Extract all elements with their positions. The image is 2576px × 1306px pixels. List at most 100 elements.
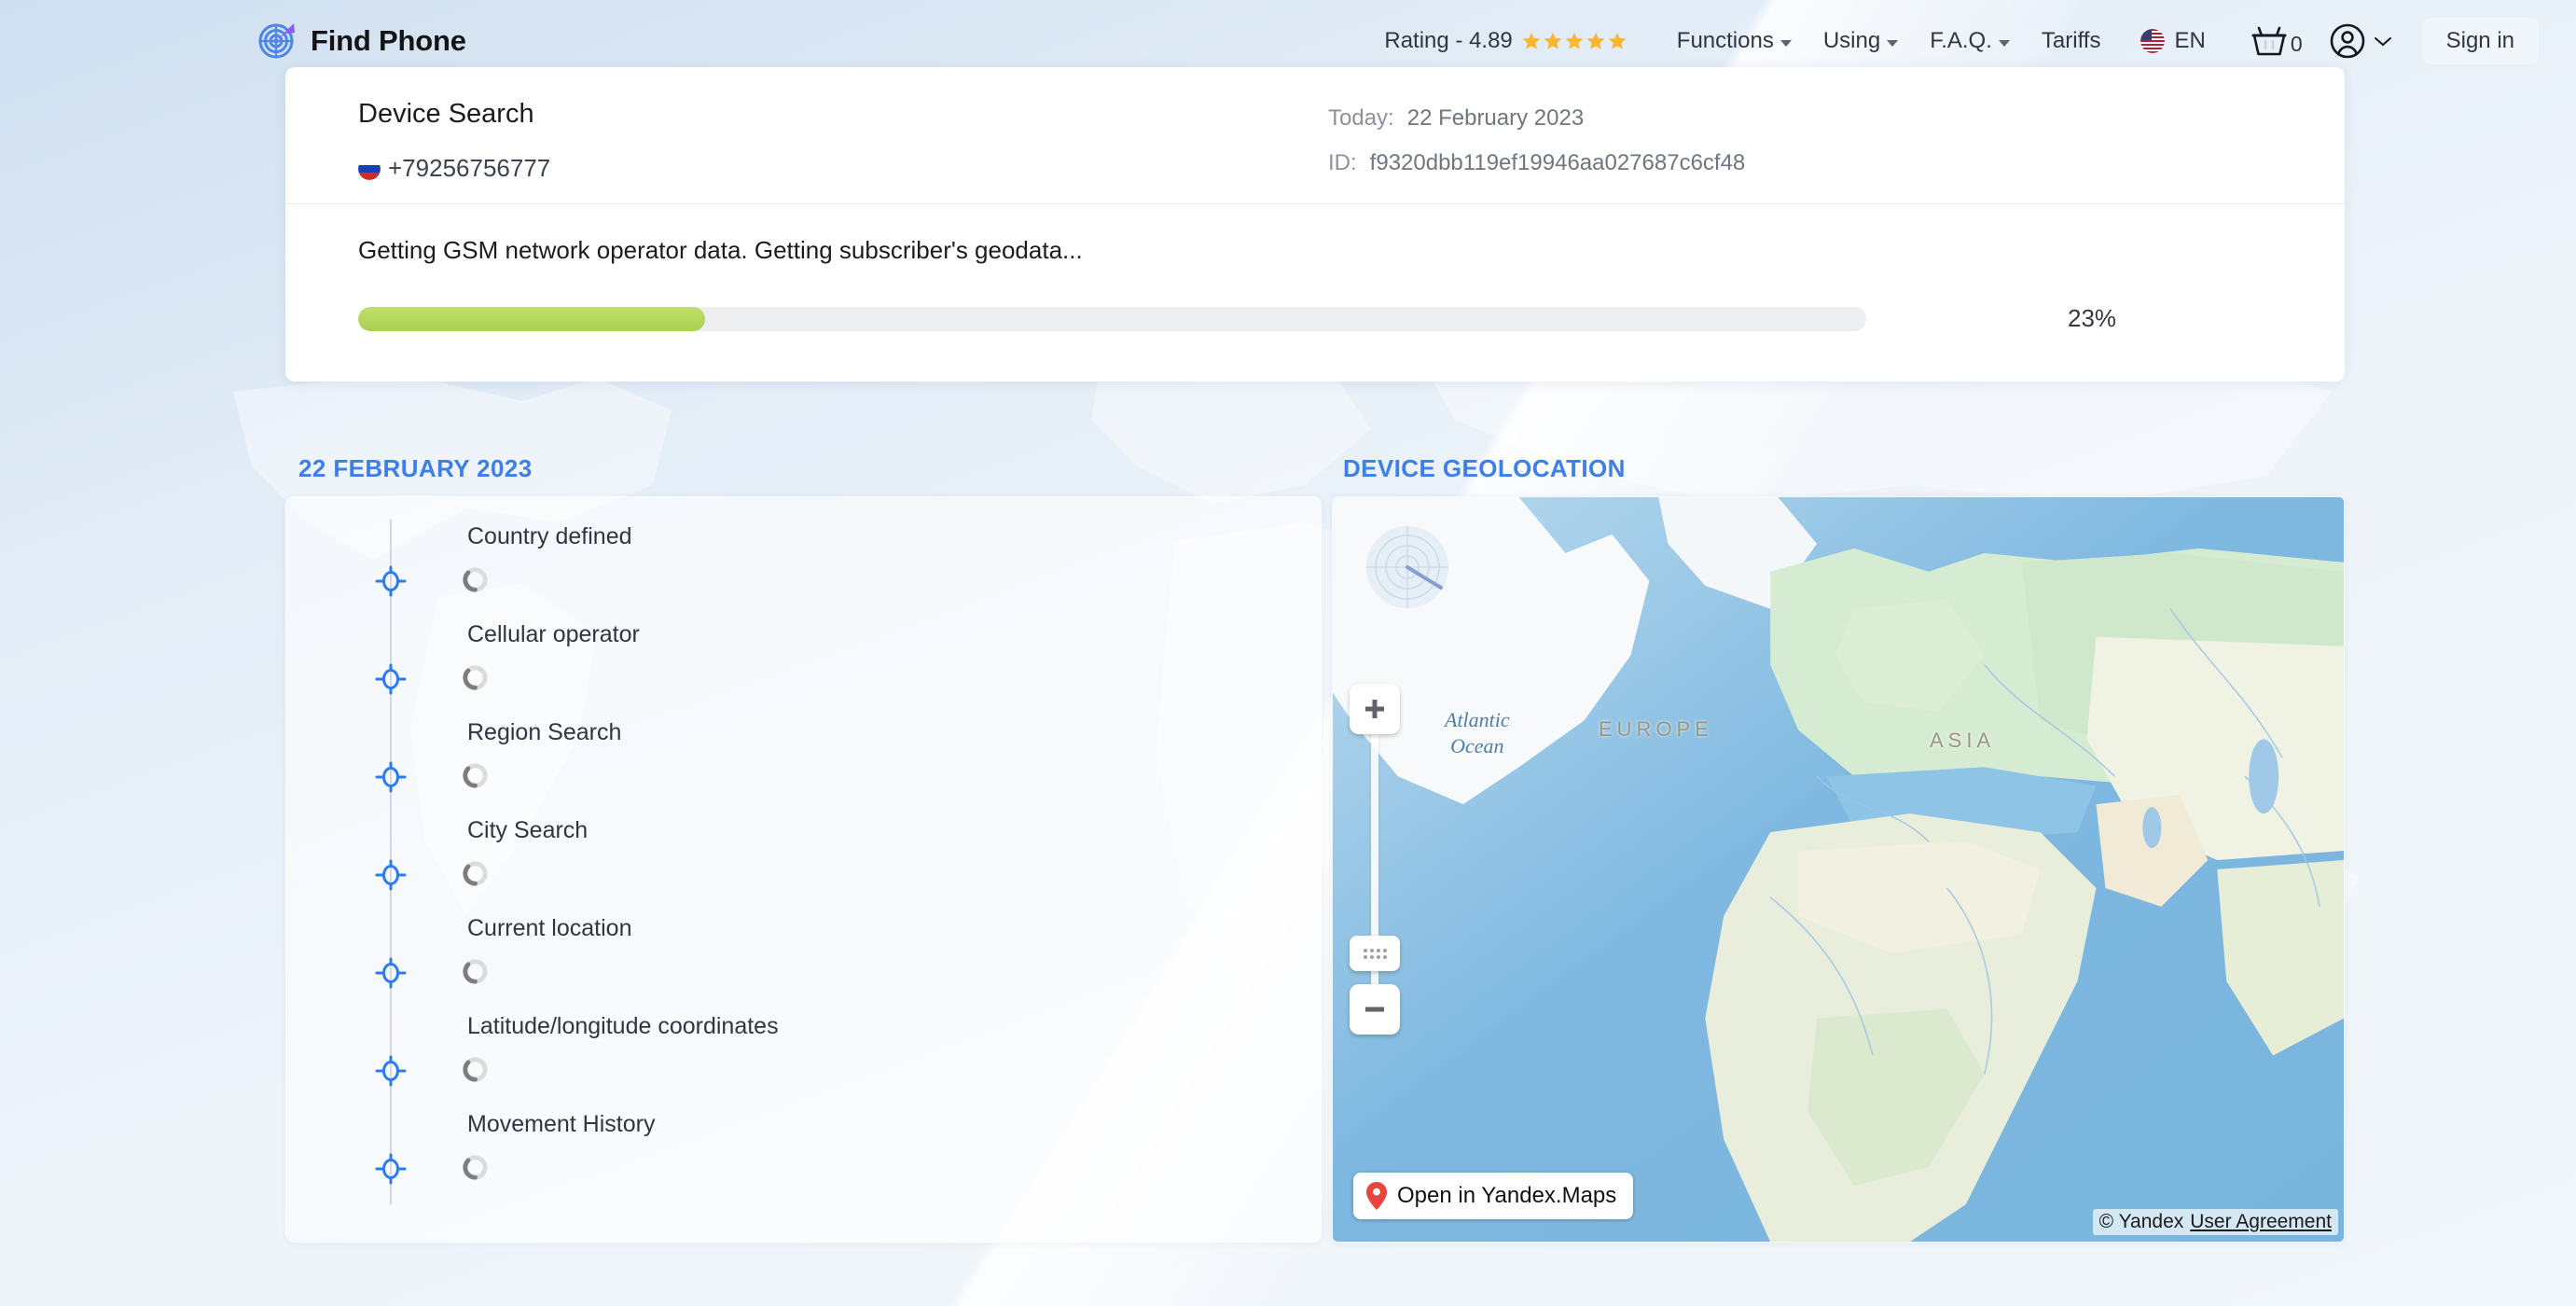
plus-icon (1365, 700, 1384, 718)
open-in-yandex-maps-button[interactable]: Open in Yandex.Maps (1353, 1173, 1634, 1219)
device-search-title: Device Search (358, 99, 534, 129)
status-message: Getting GSM network operator data. Getti… (358, 236, 1083, 264)
search-progress-timeline: Country defined Cellular operator Region… (285, 496, 1322, 1243)
timeline-item-1: Country defined (286, 523, 1321, 621)
device-search-card-header: Device Search +79256756777 Today: 22 Feb… (285, 67, 2345, 204)
nav-item-tariffs[interactable]: Tariffs (2026, 28, 2117, 54)
zoom-out-button[interactable] (1350, 984, 1400, 1035)
timeline-item-label: Region Search (467, 719, 622, 745)
account-menu[interactable] (2316, 22, 2402, 60)
loading-spinner-icon (463, 1057, 488, 1082)
progress-percent-label: 23% (2068, 304, 2117, 332)
user-circle-icon (2330, 23, 2364, 59)
site-header: Find Phone Rating - 4.89 Functions Using… (0, 0, 2576, 82)
star-icon (1565, 32, 1584, 49)
meta-id-key: ID: (1328, 150, 1357, 175)
map-pin-icon (1366, 1182, 1387, 1210)
progress-row: 23% (358, 304, 2272, 333)
radar-logo-icon (258, 23, 295, 59)
timeline-item-label: Latitude/longitude coordinates (467, 1013, 779, 1039)
crosshair-marker-icon (375, 1055, 407, 1087)
us-flag-icon (2140, 29, 2166, 53)
rating-stars (1521, 31, 1627, 51)
cart-button[interactable]: 0 (2224, 23, 2316, 59)
crosshair-marker-icon (375, 565, 407, 597)
cart-count: 0 (2290, 32, 2303, 56)
device-search-summary: Device Search +79256756777 (358, 99, 1328, 183)
timeline-item-label: Movement History (467, 1111, 656, 1137)
loading-spinner-icon (463, 861, 488, 886)
timeline-heading: 22 FEBRUARY 2023 (298, 454, 533, 482)
radar-sweep-icon (1366, 526, 1448, 608)
crosshair-marker-icon (375, 957, 407, 989)
progress-bar-track (358, 306, 1866, 331)
timeline-item-label: Country defined (467, 523, 632, 549)
loading-spinner-icon (463, 567, 488, 592)
crosshair-marker-icon (375, 1153, 407, 1185)
timeline-item-5: Current location (286, 915, 1321, 1013)
nav-label: Tariffs (2041, 28, 2101, 53)
map-zoom-control[interactable] (1350, 684, 1400, 1035)
map-tiles (1333, 497, 2344, 1242)
map-heading: DEVICE GEOLOCATION (1343, 454, 1626, 482)
nav-label: Using (1822, 28, 1881, 53)
timeline-item-4: City Search (286, 817, 1321, 915)
language-switcher[interactable]: EN (2116, 28, 2223, 54)
user-agreement-link[interactable]: User Agreement (2190, 1211, 2332, 1233)
timeline-item-3: Region Search (286, 719, 1321, 817)
meta-today-row: Today: 22 February 2023 (1328, 105, 1745, 132)
loading-spinner-icon (463, 665, 488, 690)
ru-flag-icon (358, 157, 381, 180)
language-label: EN (2174, 28, 2206, 53)
meta-id-row: ID: f9320dbb119ef19946aa027687c6cf48 (1328, 150, 1745, 176)
chevron-down-icon (1998, 39, 2010, 47)
main-navigation: Rating - 4.89 Functions Using F.A.Q. Tar… (1384, 18, 2539, 64)
meta-today-value: 22 February 2023 (1406, 105, 1585, 131)
crosshair-marker-icon (375, 761, 407, 793)
nav-item-faq[interactable]: F.A.Q. (1914, 28, 2026, 54)
meta-id-value: f9320dbb119ef19946aa027687c6cf48 (1369, 150, 1746, 175)
star-icon (1608, 32, 1627, 49)
timeline-list: Country defined Cellular operator Region… (286, 523, 1321, 1209)
timeline-item-label: Current location (467, 915, 632, 941)
nav-item-functions[interactable]: Functions (1661, 28, 1807, 54)
timeline-item-label: City Search (467, 817, 589, 843)
brand-name: Find Phone (311, 24, 466, 57)
timeline-item-label: Cellular operator (467, 621, 640, 647)
zoom-slider-handle[interactable] (1350, 936, 1400, 971)
timeline-item-6: Latitude/longitude coordinates (286, 1013, 1321, 1111)
rating-block: Rating - 4.89 (1384, 28, 1627, 54)
brand-logo-link[interactable]: Find Phone (256, 21, 466, 62)
device-search-card: Device Search +79256756777 Today: 22 Feb… (285, 67, 2345, 382)
nav-item-using[interactable]: Using (1807, 28, 1914, 54)
device-search-progress-area: Getting GSM network operator data. Getti… (285, 204, 2345, 382)
loading-spinner-icon (463, 959, 488, 984)
rating-label: Rating - 4.89 (1384, 28, 1513, 53)
loading-spinner-icon (463, 763, 488, 788)
open-in-yandex-maps-label: Open in Yandex.Maps (1397, 1183, 1617, 1208)
crosshair-marker-icon (375, 663, 407, 695)
minus-icon (1365, 1007, 1384, 1012)
meta-today-key: Today: (1328, 105, 1394, 131)
phone-number: +79256756777 (388, 154, 551, 182)
nav-label: Functions (1676, 28, 1774, 53)
timeline-item-7: Movement History (286, 1111, 1321, 1209)
progress-bar-fill (358, 306, 705, 331)
basket-icon (2251, 26, 2287, 56)
sign-in-button[interactable]: Sign in (2421, 18, 2539, 64)
map-copyright: © Yandex User Agreement (2092, 1209, 2338, 1235)
chevron-down-icon (2374, 37, 2391, 47)
map-copyright-text: © Yandex (2098, 1211, 2184, 1232)
device-geolocation-map[interactable]: Atlantic Ocean EUROPE ASIA AFRICA Open i… (1332, 496, 2345, 1243)
star-icon (1586, 32, 1605, 49)
loading-spinner-icon (463, 1155, 488, 1180)
star-icon (1522, 32, 1541, 49)
zoom-in-button[interactable] (1350, 684, 1400, 734)
grip-dots-icon (1363, 948, 1387, 959)
chevron-down-icon (1887, 39, 1899, 47)
chevron-down-icon (1780, 39, 1792, 47)
star-icon (1544, 32, 1562, 49)
phone-number-row: +79256756777 (358, 154, 1328, 183)
device-search-meta: Today: 22 February 2023 ID: f9320dbb119e… (1328, 99, 1745, 183)
nav-label: F.A.Q. (1930, 28, 1992, 53)
